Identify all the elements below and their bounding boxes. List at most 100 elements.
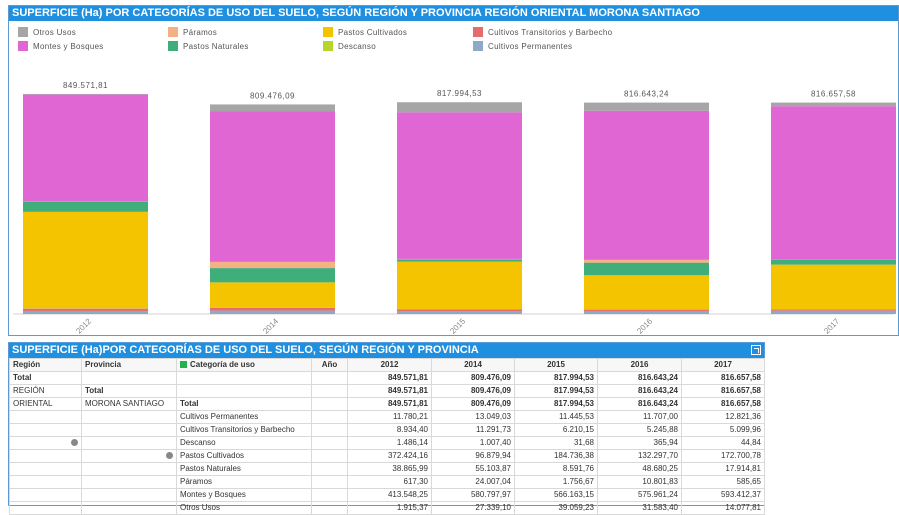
bar-segment[interactable] [771, 103, 896, 107]
table-cell [312, 489, 348, 502]
value-cell: 1.486,14 [348, 437, 432, 450]
bar-segment[interactable] [584, 111, 709, 260]
stacked-bar-chart: 849.571,812012809.476,092014817.994,5320… [9, 58, 898, 335]
x-tick-label: 2012 [74, 316, 93, 335]
bar-segment[interactable] [210, 262, 335, 268]
header-categoria-label: Categoría de uso [190, 360, 255, 369]
value-cell: 184.736,38 [515, 450, 598, 463]
data-table: Región Provincia Categoría de uso Año 20… [9, 358, 765, 515]
bar-segment[interactable] [397, 112, 522, 259]
bar-segment[interactable] [397, 311, 522, 314]
value-cell: 5.245,88 [598, 424, 682, 437]
legend-item[interactable]: Cultivos Permanentes [473, 39, 572, 53]
table-row: Pastos Naturales38.865,9955.103,878.591,… [10, 463, 765, 476]
value-cell: 849.571,81 [348, 385, 432, 398]
value-cell: 809.476,09 [432, 398, 515, 411]
category-label: Montes y Bosques [177, 489, 312, 502]
filter-icon[interactable] [180, 361, 187, 368]
bar-segment[interactable] [210, 308, 335, 311]
value-cell: 816.643,24 [598, 372, 682, 385]
value-cell: 816.657,58 [682, 385, 765, 398]
x-tick-label: 2014 [261, 316, 280, 335]
table-cell [312, 411, 348, 424]
header-year-2012[interactable]: 2012 [348, 359, 432, 372]
bar-segment[interactable] [210, 282, 335, 307]
legend-label: Pastos Naturales [183, 42, 249, 51]
legend-item[interactable]: Otros Usos [18, 25, 76, 39]
value-cell: 1.756,67 [515, 476, 598, 489]
bar-segment[interactable] [23, 311, 148, 314]
table-cell [82, 476, 177, 489]
bar-segment[interactable] [584, 311, 709, 314]
bar-segment[interactable] [584, 103, 709, 111]
bar-segment[interactable] [210, 311, 335, 314]
header-anio[interactable]: Año [312, 359, 348, 372]
table-header-row: Región Provincia Categoría de uso Año 20… [10, 359, 765, 372]
bar-segment[interactable] [584, 260, 709, 263]
x-tick-label: 2016 [635, 316, 654, 335]
region-label: REGIÓN [10, 385, 82, 398]
category-label: Pastos Cultivados [177, 450, 312, 463]
bar-segment[interactable] [771, 106, 896, 260]
bar-segment[interactable] [771, 311, 896, 314]
category-label: Descanso [177, 437, 312, 450]
value-cell: 24.007,04 [432, 476, 515, 489]
legend-label: Descanso [338, 42, 376, 51]
legend-item[interactable]: Páramos [168, 25, 217, 39]
value-cell: 14.077,81 [682, 502, 765, 515]
legend-item[interactable]: Pastos Naturales [168, 39, 249, 53]
legend-item[interactable]: Cultivos Transitorios y Barbecho [473, 25, 612, 39]
bar-segment[interactable] [771, 309, 896, 310]
table-panel: SUPERFICIE (Ha)POR CATEGORÍAS DE USO DEL… [8, 342, 765, 506]
table-cell [177, 372, 312, 385]
value-cell: 27.339,10 [432, 502, 515, 515]
value-cell: 48.680,25 [598, 463, 682, 476]
value-cell: 817.994,53 [515, 372, 598, 385]
table-row: Cultivos Transitorios y Barbecho8.934,40… [10, 424, 765, 437]
bar-segment[interactable] [210, 104, 335, 111]
table-cell [10, 411, 82, 424]
bar-segment[interactable] [771, 260, 896, 265]
legend-label: Cultivos Permanentes [488, 42, 572, 51]
header-provincia[interactable]: Provincia [82, 359, 177, 372]
value-cell: 849.571,81 [348, 398, 432, 411]
row-label: Total [10, 372, 82, 385]
value-cell: 809.476,09 [432, 385, 515, 398]
bar-segment[interactable] [771, 265, 896, 310]
expand-collapse-icon[interactable] [166, 452, 173, 459]
bar-segment[interactable] [23, 202, 148, 212]
bar-segment[interactable] [23, 212, 148, 308]
value-cell: 31,68 [515, 437, 598, 450]
header-year-2016[interactable]: 2016 [598, 359, 682, 372]
bar-segment[interactable] [397, 259, 522, 261]
table-cell [312, 372, 348, 385]
bar-segment[interactable] [210, 112, 335, 262]
category-label: Otros Usos [177, 502, 312, 515]
value-cell: 617,30 [348, 476, 432, 489]
bar-segment[interactable] [23, 309, 148, 311]
expand-collapse-icon[interactable] [71, 439, 78, 446]
expand-icon[interactable] [751, 345, 761, 355]
bar-segment[interactable] [584, 275, 709, 309]
bar-segment[interactable] [23, 95, 148, 202]
legend-item[interactable]: Pastos Cultivados [323, 25, 407, 39]
header-categoria[interactable]: Categoría de uso [177, 359, 312, 372]
bar-segment[interactable] [397, 102, 522, 112]
value-cell: 172.700,78 [682, 450, 765, 463]
header-year-2015[interactable]: 2015 [515, 359, 598, 372]
legend-swatch [18, 27, 28, 37]
header-year-2014[interactable]: 2014 [432, 359, 515, 372]
header-region[interactable]: Región [10, 359, 82, 372]
value-cell: 39.059,23 [515, 502, 598, 515]
legend-swatch [168, 41, 178, 51]
table-cell [10, 476, 82, 489]
bar-segment[interactable] [397, 309, 522, 311]
header-year-2017[interactable]: 2017 [682, 359, 765, 372]
legend-item[interactable]: Descanso [323, 39, 376, 53]
legend-swatch [323, 41, 333, 51]
bar-segment[interactable] [584, 263, 709, 276]
bar-segment[interactable] [584, 310, 709, 311]
legend-item[interactable]: Montes y Bosques [18, 39, 104, 53]
bar-segment[interactable] [397, 262, 522, 310]
bar-segment[interactable] [210, 268, 335, 282]
